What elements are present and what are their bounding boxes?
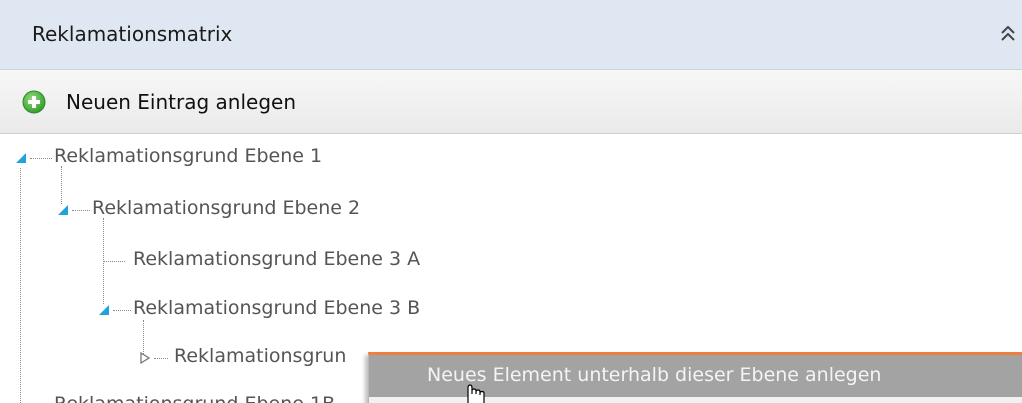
tree-node-level-1[interactable]: Reklamationsgrund Ebene 1	[14, 144, 354, 174]
tree-node-label: Reklamationsgrund Ebene 1B	[54, 393, 335, 403]
hand-pointer-icon	[460, 382, 490, 403]
double-chevron-up-icon[interactable]	[997, 22, 1019, 46]
tree-connector	[113, 310, 131, 311]
tree-node-level-3a[interactable]: Reklamationsgrund Ebene 3 A	[103, 247, 463, 277]
tree-connector	[103, 261, 125, 262]
tree-node-label: Reklamationsgrund Ebene 3 B	[133, 297, 421, 319]
tree-node-level-4[interactable]: Reklamationsgrun	[138, 344, 378, 374]
tree-node-label: Reklamationsgrund Ebene 2	[92, 197, 361, 219]
tree-connector	[20, 168, 21, 403]
reklamationsmatrix-window: Reklamationsmatrix Neuen Eintrag anlegen…	[0, 0, 1022, 403]
panel-header: Reklamationsmatrix	[0, 0, 1022, 70]
tree-connector	[154, 358, 168, 359]
menu-item-label: Neues Element unterhalb dieser Ebene anl…	[427, 364, 882, 386]
tree-node-level-3b[interactable]: Reklamationsgrund Ebene 3 B	[97, 296, 457, 326]
plus-circle-icon	[22, 90, 46, 114]
expanded-triangle-icon[interactable]	[97, 302, 111, 316]
collapsed-triangle-icon[interactable]	[138, 350, 152, 365]
tree-connector	[72, 210, 90, 211]
tree-node-level-1b[interactable]: Reklamationsgrund Ebene 1B	[14, 392, 374, 403]
add-entry-label: Neuen Eintrag anlegen	[66, 90, 296, 114]
tree-node-label: Reklamationsgrund Ebene 1	[54, 145, 323, 167]
expanded-triangle-icon[interactable]	[14, 150, 28, 164]
panel-title: Reklamationsmatrix	[32, 22, 233, 46]
tree-node-label: Reklamationsgrund Ebene 3 A	[133, 248, 421, 270]
expanded-triangle-icon[interactable]	[56, 202, 70, 216]
toolbar: Neuen Eintrag anlegen	[0, 70, 1022, 134]
tree-node-level-2[interactable]: Reklamationsgrund Ebene 2	[56, 196, 396, 226]
tree-connector	[30, 158, 52, 159]
tree-node-label: Reklamationsgrun	[174, 345, 347, 367]
